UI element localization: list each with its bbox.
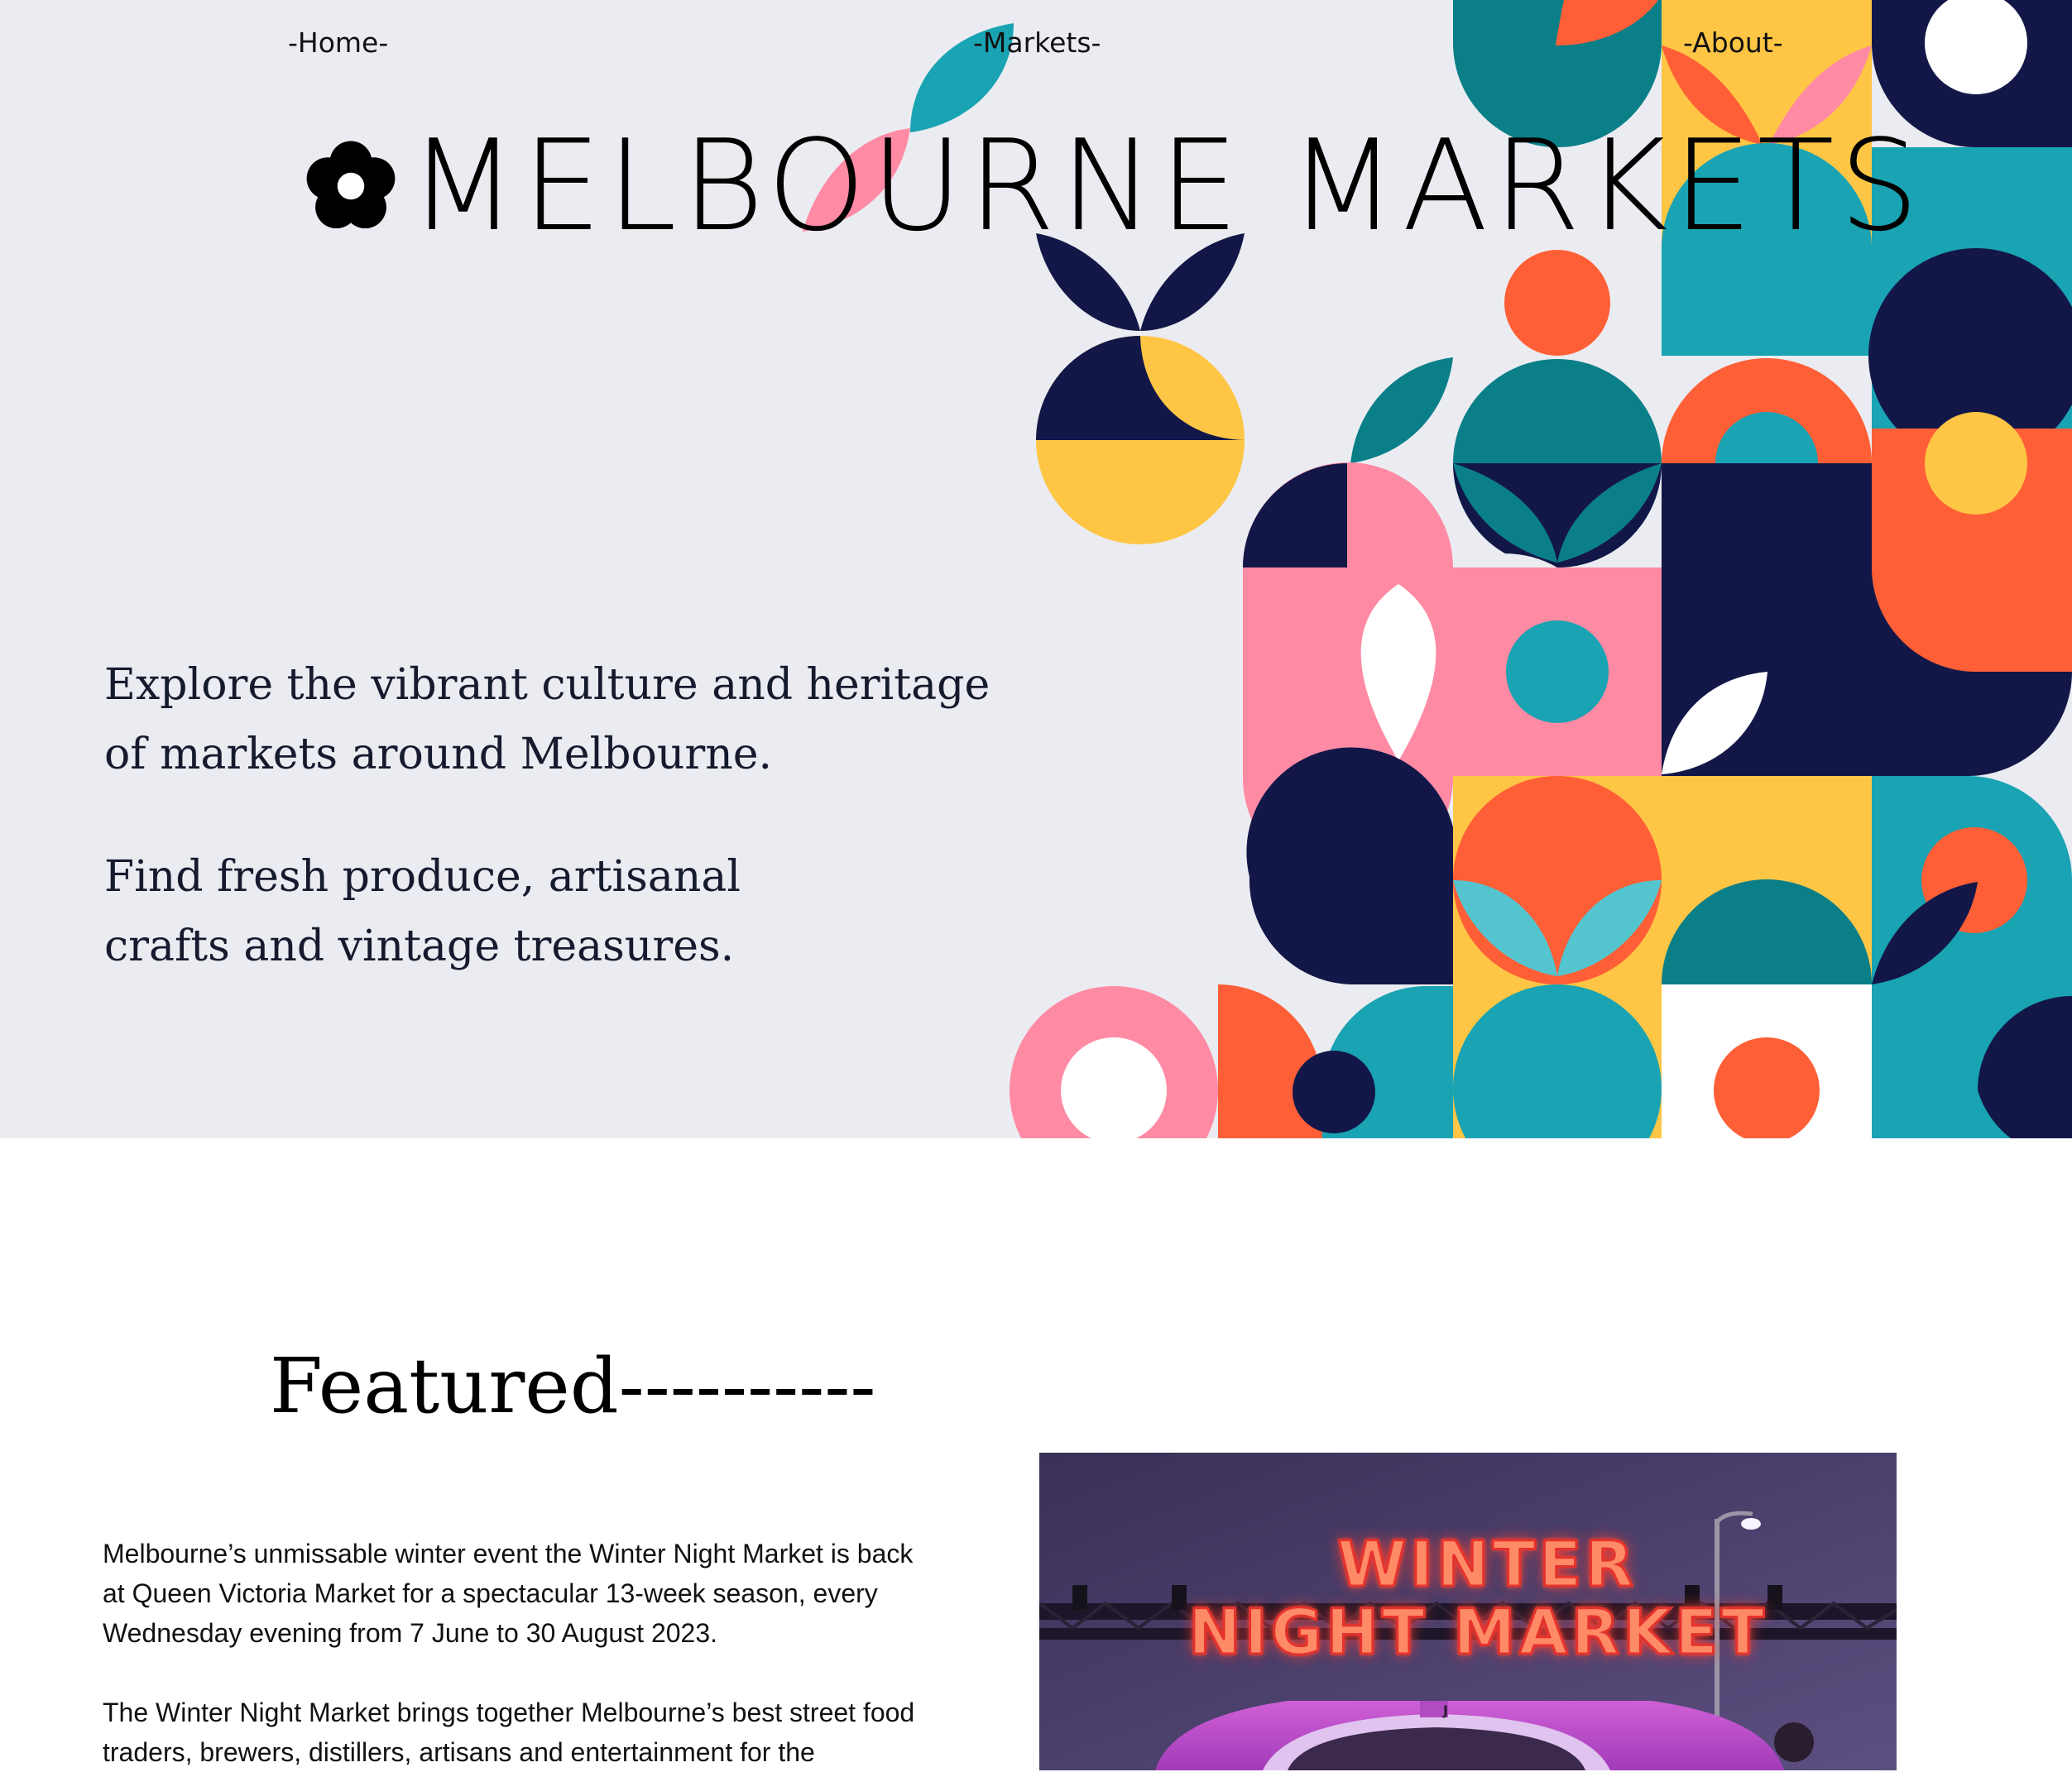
- nav-markets-link[interactable]: -Markets-: [973, 26, 1101, 59]
- site-title: MELBOURNE MARKETS: [409, 113, 1925, 259]
- hero-subtext: Find fresh produce, artisanal crafts and…: [104, 852, 741, 971]
- gate-letter-label: J: [1443, 1703, 1448, 1718]
- winter-night-market-photo: WINTER NIGHT MARKET J: [1039, 1453, 1897, 1770]
- hero-section: -Home- -Markets- -About- MELBOURNE MARKE…: [0, 0, 2072, 1138]
- flower-icon: [306, 141, 396, 229]
- nav-home-link[interactable]: -Home-: [288, 26, 388, 59]
- featured-paragraph-2: The Winter Night Market brings together …: [103, 1698, 915, 1767]
- sign-winter-text: WINTER: [1336, 1526, 1637, 1602]
- nav-about-link[interactable]: -About-: [1683, 26, 1783, 59]
- site-logo[interactable]: MELBOURNE MARKETS: [303, 113, 1925, 259]
- featured-paragraph-1: Melbourne’s unmissable winter event the …: [103, 1539, 914, 1648]
- sign-night-market-text: NIGHT MARKET: [1187, 1594, 1767, 1670]
- hero-intro-text: Explore the vibrant culture and heritage…: [104, 660, 990, 779]
- featured-heading: Featured----------: [270, 1342, 876, 1430]
